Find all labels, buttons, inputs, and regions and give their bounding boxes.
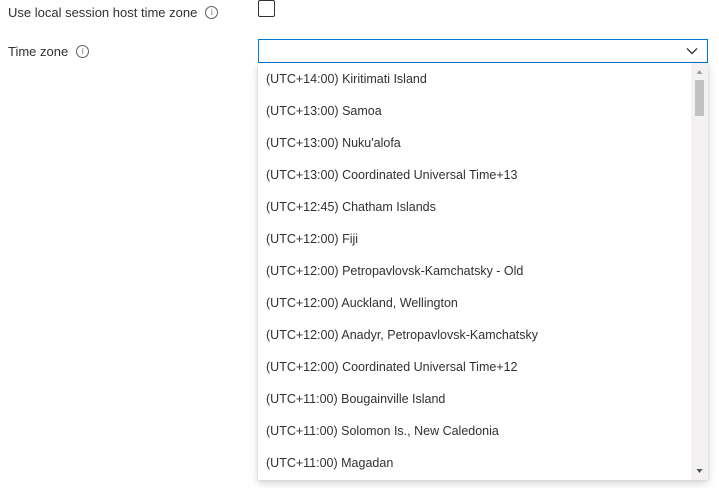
time-zone-option[interactable]: (UTC+11:00) Magadan [258,447,692,479]
chevron-down-icon [686,48,698,55]
time-zone-option[interactable]: (UTC+12:00) Anadyr, Petropavlovsk-Kamcha… [258,319,692,351]
time-zone-option[interactable]: (UTC+12:00) Fiji [258,223,692,255]
time-zone-option[interactable]: (UTC+12:00) Auckland, Wellington [258,287,692,319]
time-zone-option[interactable]: (UTC+14:00) Kiritimati Island [258,63,692,95]
time-zone-select[interactable] [258,39,708,63]
time-zone-options: (UTC+14:00) Kiritimati Island (UTC+13:00)… [258,63,692,479]
time-zone-option[interactable]: (UTC+11:00) Bougainville Island [258,383,692,415]
time-zone-option[interactable]: (UTC+13:00) Nuku'alofa [258,127,692,159]
local-time-label: Use local session host time zone [8,5,198,20]
time-zone-row: Time zone i [8,44,90,59]
local-time-row: Use local session host time zone i [8,5,219,20]
time-zone-option[interactable]: (UTC+11:00) Solomon Is., New Caledonia [258,415,692,447]
time-zone-dropdown: (UTC+14:00) Kiritimati Island (UTC+13:00)… [258,63,708,480]
scrollbar-thumb[interactable] [695,80,704,116]
time-zone-settings: Use local session host time zone i Time … [0,0,719,488]
time-zone-label: Time zone [8,44,69,59]
time-zone-option[interactable]: (UTC+12:00) Petropavlovsk-Kamchatsky - O… [258,255,692,287]
scroll-down-icon[interactable] [691,464,708,478]
scroll-up-icon[interactable] [691,65,708,79]
time-zone-option[interactable]: (UTC+12:00) Coordinated Universal Time+1… [258,351,692,383]
dropdown-scrollbar[interactable] [691,63,708,480]
info-icon[interactable]: i [76,45,90,58]
local-time-checkbox[interactable] [258,0,275,17]
time-zone-option[interactable]: (UTC+12:45) Chatham Islands [258,191,692,223]
time-zone-option[interactable]: (UTC+13:00) Samoa [258,95,692,127]
info-icon[interactable]: i [205,6,219,19]
time-zone-option[interactable]: (UTC+13:00) Coordinated Universal Time+1… [258,159,692,191]
